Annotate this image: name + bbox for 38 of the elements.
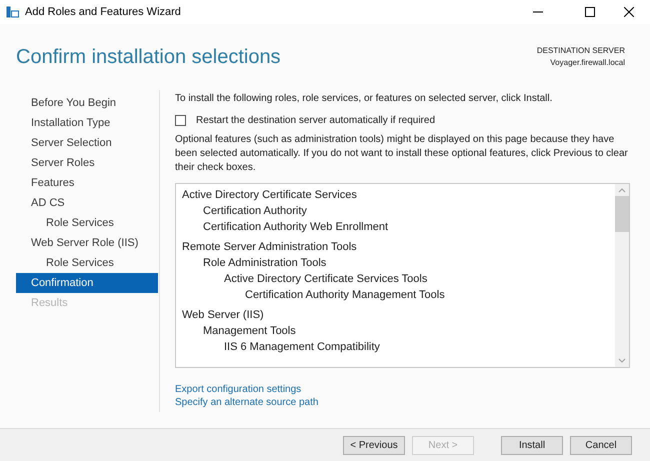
wizard-button[interactable]: < Previous [343, 436, 405, 454]
nav-item[interactable]: Server Selection [16, 133, 158, 153]
server-icon [6, 6, 19, 18]
close-icon[interactable] [624, 7, 634, 17]
destination-label: DESTINATION SERVER [536, 45, 625, 57]
selection-item: Active Directory Certificate Services [182, 188, 357, 203]
nav-item[interactable]: Server Roles [16, 153, 158, 173]
nav-item[interactable]: AD CS [16, 193, 158, 213]
wizard-button[interactable]: Install [501, 436, 563, 454]
selection-item: Web Server (IIS) [182, 308, 264, 323]
selection-item: Certification Authority [203, 204, 307, 219]
scrollbar[interactable] [615, 184, 629, 367]
wizard-button[interactable]: Cancel [570, 436, 632, 454]
checkbox-label: Restart the destination server automatically if required [196, 114, 436, 128]
nav-item[interactable]: Role Services [16, 213, 158, 233]
link[interactable]: Export configuration settings [175, 383, 302, 396]
nav-item[interactable]: Features [16, 173, 158, 193]
scroll-thumb[interactable] [615, 196, 629, 232]
nav-item[interactable]: Role Services [16, 253, 158, 273]
selection-item: Remote Server Administration Tools [182, 240, 357, 255]
nav-item[interactable]: Confirmation [16, 273, 158, 293]
nav-item[interactable]: Before You Begin [16, 93, 158, 113]
window-title: Add Roles and Features Wizard [25, 4, 181, 20]
selection-item: IIS 6 Management Compatibility [224, 340, 380, 355]
selection-item: Management Tools [203, 324, 296, 339]
page-title: Confirm installation selections [16, 45, 281, 70]
link[interactable]: Specify an alternate source path [175, 396, 318, 409]
restart-checkbox[interactable] [175, 115, 186, 126]
selection-item: Role Administration Tools [203, 256, 326, 271]
nav-item[interactable]: Installation Type [16, 113, 158, 133]
selection-item: Certification Authority Management Tools [245, 288, 445, 303]
note-text: Optional features (such as administration tools) might be displayed on this page because they have been selected automatically. If you do not want to install these optional features, click Previous to clear their check boxes. [175, 133, 629, 175]
selection-item: Active Directory Certificate Services Tools [224, 272, 428, 287]
intro-text: To install the following roles, role services, or features on selected server, click Install. [175, 92, 554, 106]
selection-item: Certification Authority Web Enrollment [203, 220, 388, 235]
nav-item[interactable]: Web Server Role (IIS) [16, 233, 158, 253]
maximize-icon[interactable] [585, 7, 595, 17]
destination-server: Voyager.firewall.local [550, 57, 625, 69]
